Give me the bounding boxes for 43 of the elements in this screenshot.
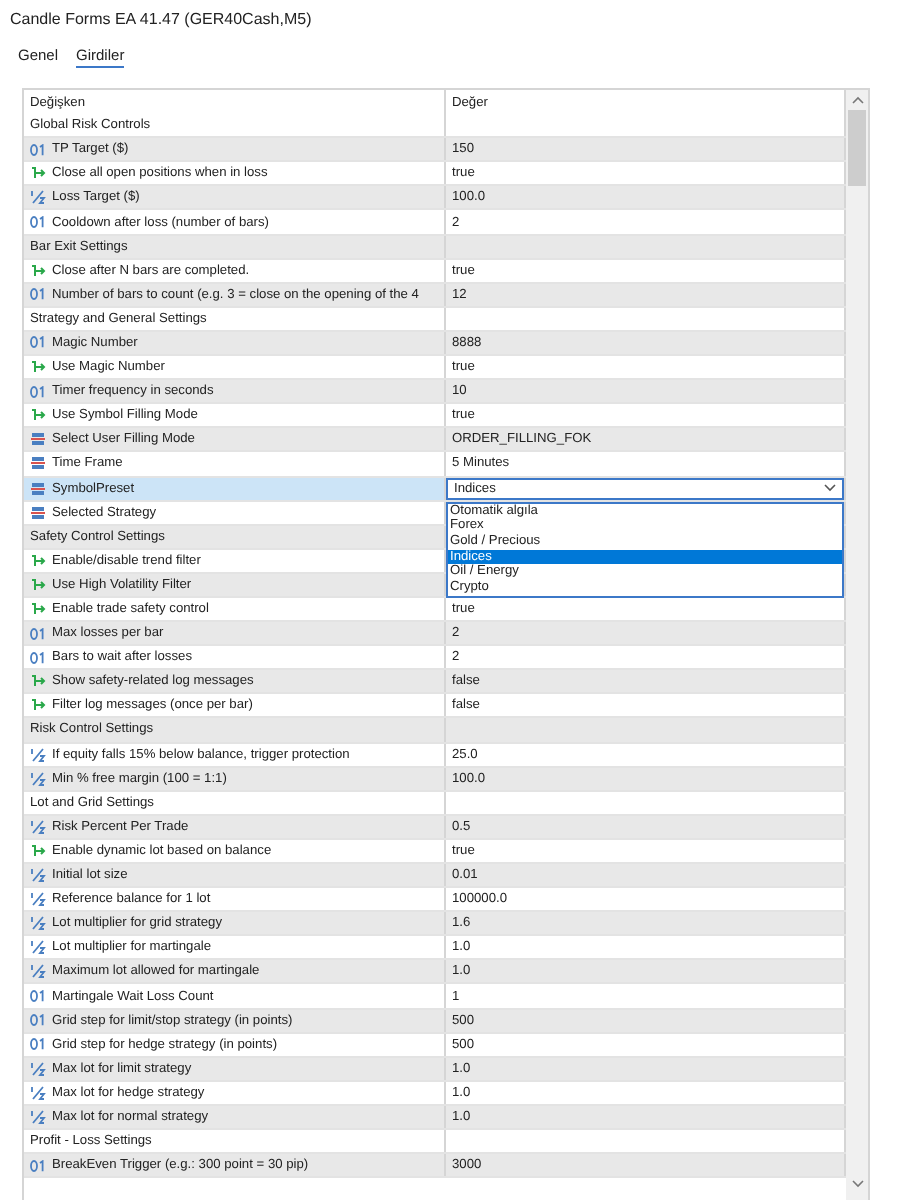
window-title: Candle Forms EA 41.47 (GER40Cash,M5): [10, 10, 312, 28]
arrow-icon: [30, 577, 46, 592]
fraction-icon: [30, 190, 46, 205]
arrow-icon: [30, 408, 46, 423]
fraction-icon: [30, 1061, 46, 1076]
list-icon: [30, 505, 46, 520]
fraction-icon: [30, 1085, 46, 1100]
arrow-icon: [30, 360, 46, 375]
arrow-icon: [30, 698, 46, 713]
arrow-icon: [30, 166, 46, 181]
integer-icon: [30, 627, 46, 640]
fraction-icon: [30, 747, 46, 762]
scroll-up-icon[interactable]: [851, 96, 864, 104]
integer-icon: [30, 651, 46, 664]
fraction-icon: [30, 771, 46, 786]
integer-icon: [30, 1014, 46, 1027]
integer-icon: [30, 990, 46, 1003]
arrow-icon: [30, 674, 46, 689]
integer-icon: [30, 143, 46, 156]
fraction-icon: [30, 916, 46, 931]
fraction-icon: [30, 868, 46, 883]
chevron-down-icon: [824, 484, 837, 493]
integer-icon: [30, 216, 46, 229]
list-icon: [30, 456, 46, 471]
list-icon: [30, 481, 46, 496]
integer-icon: [30, 385, 46, 398]
list-icon: [30, 432, 46, 447]
integer-icon: [30, 1038, 46, 1051]
fraction-icon: [30, 1109, 46, 1124]
fraction-icon: [30, 940, 46, 955]
integer-icon: [30, 1159, 46, 1172]
arrow-icon: [30, 553, 46, 568]
arrow-icon: [30, 263, 46, 278]
fraction-icon: [30, 892, 46, 907]
scrollbar[interactable]: [846, 90, 868, 1200]
fraction-icon: [30, 819, 46, 834]
scroll-down-icon[interactable]: [851, 1180, 864, 1188]
arrow-icon: [30, 843, 46, 858]
arrow-icon: [30, 602, 46, 617]
fraction-icon: [30, 964, 46, 979]
integer-icon: [30, 336, 46, 349]
integer-icon: [30, 288, 46, 301]
scroll-thumb[interactable]: [848, 110, 867, 186]
